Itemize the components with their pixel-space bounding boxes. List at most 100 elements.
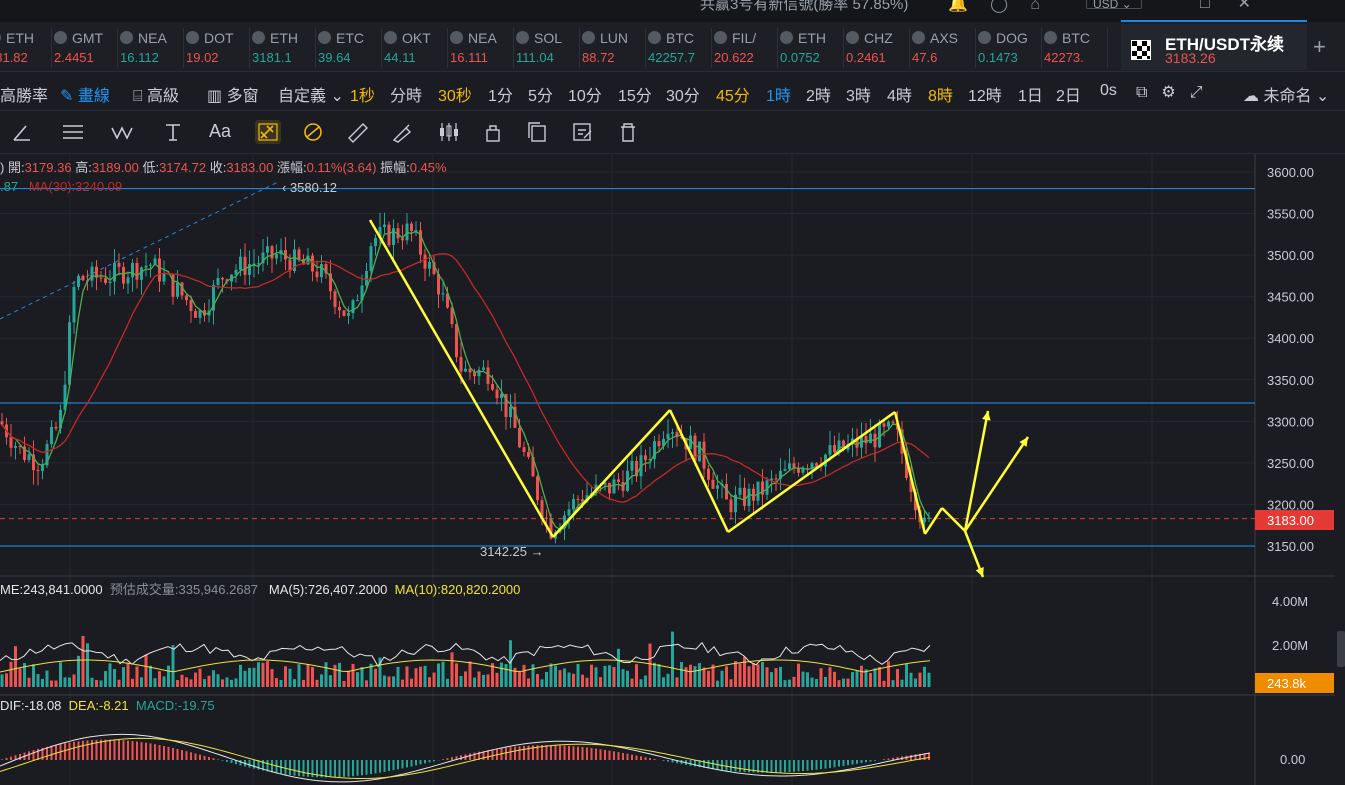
- ticker-item[interactable]: ETH 181.82: [0, 28, 52, 68]
- volume-bar: [14, 646, 17, 687]
- price-chart-svg[interactable]: 3600.00 3550.00 3500.00 3450.00 3400.00 3350.…: [0, 154, 1345, 785]
- hlines-tool-icon[interactable]: [60, 120, 86, 144]
- ticker-item[interactable]: ETH 3181.1: [252, 28, 316, 68]
- macd-histogram-bar: [127, 740, 129, 760]
- ticker-item[interactable]: BTC 42257.7: [648, 28, 712, 68]
- interval-15[interactable]: 2時: [806, 82, 831, 106]
- minimize-icon[interactable]: □: [1200, 0, 1238, 12]
- volume-bar: [774, 668, 778, 687]
- interval-13[interactable]: 45分: [716, 82, 750, 106]
- interval-4[interactable]: 自定義 ⌄: [278, 82, 344, 106]
- text-tool-icon[interactable]: [160, 120, 186, 144]
- interval-2[interactable]: ⌸ 高級: [133, 82, 179, 106]
- candle-body: [347, 313, 350, 316]
- macd-histogram-bar: [163, 745, 165, 760]
- candle-body: [491, 383, 494, 390]
- layout-name-select[interactable]: ☁ 未命名 ⌄: [1243, 82, 1329, 106]
- volume-bar: [149, 665, 152, 687]
- volume-bar: [320, 674, 323, 687]
- interval-3[interactable]: ▥ 多窗: [207, 82, 259, 106]
- ticker-item[interactable]: NEA 16.112: [120, 28, 184, 68]
- volume-bar: [41, 678, 44, 687]
- interval-5[interactable]: 1秒: [350, 82, 375, 106]
- interval-22[interactable]: 0s: [1100, 82, 1117, 100]
- interval-7[interactable]: 30秒: [438, 82, 472, 106]
- volume-bar: [297, 664, 301, 687]
- interval-19[interactable]: 12時: [968, 82, 1002, 106]
- search-icon[interactable]: ◯: [990, 0, 1008, 13]
- interval-16[interactable]: 3時: [846, 82, 871, 106]
- ticker-item[interactable]: ETC 39.64: [318, 28, 382, 68]
- ticker-item[interactable]: SOL 111.04: [516, 28, 580, 68]
- macd-histogram-bar: [271, 760, 273, 773]
- lock-tool-icon[interactable]: [480, 120, 506, 144]
- toolbar-tool-icons[interactable]: ⧉⚙⤢: [1136, 82, 1217, 102]
- right-panel-handle[interactable]: [1337, 631, 1345, 667]
- ruler-tool-icon[interactable]: [345, 120, 371, 144]
- candle-tool-icon[interactable]: [436, 120, 462, 144]
- ticker-item[interactable]: OKT 44.11: [384, 28, 448, 68]
- macd-histogram-bar: [167, 746, 170, 760]
- volume-bar: [639, 679, 643, 687]
- candle-body: [221, 277, 224, 280]
- ticker-item[interactable]: LUN 88.72: [582, 28, 646, 68]
- interval-9[interactable]: 5分: [528, 82, 553, 106]
- macd-histogram-bar: [527, 745, 530, 760]
- brush-tool-icon[interactable]: [390, 120, 416, 144]
- ticker-item[interactable]: NEA 16.111: [450, 28, 514, 68]
- volume-bar: [909, 672, 913, 687]
- ticker-item[interactable]: AXS 47.6: [912, 28, 976, 68]
- interval-14[interactable]: 1時: [766, 82, 791, 106]
- macd-histogram-bar: [784, 760, 786, 773]
- close-icon[interactable]: ✕: [1238, 0, 1279, 12]
- angle-tool-icon[interactable]: [10, 120, 36, 144]
- ticker-item[interactable]: CHZ 0.2461: [846, 28, 910, 68]
- interval-20[interactable]: 1日: [1018, 82, 1043, 106]
- ticker-item[interactable]: BTC 42273.: [1044, 28, 1108, 68]
- ticker-item[interactable]: DOT 19.02: [186, 28, 250, 68]
- ticker-item[interactable]: GMT 2.4451: [54, 28, 118, 68]
- trash-icon[interactable]: [615, 120, 641, 144]
- ticker-symbol: CHZ: [846, 30, 893, 46]
- interval-21[interactable]: 2日: [1056, 82, 1081, 106]
- macd-histogram-bar: [374, 760, 377, 774]
- snap-tool-icon[interactable]: [300, 120, 326, 144]
- volume-bar: [374, 668, 377, 687]
- font-tool-icon[interactable]: Aa: [209, 120, 235, 144]
- candle-body: [99, 277, 103, 279]
- signal-notice[interactable]: 共赢3号有新信號(勝率 57.85%): [700, 0, 908, 14]
- ticker-item[interactable]: ETH 0.0752: [780, 28, 844, 68]
- interval-12[interactable]: 30分: [666, 82, 700, 106]
- macd-histogram-bar: [226, 760, 228, 762]
- copy-tool-icon[interactable]: [524, 120, 550, 144]
- volume-bar: [284, 666, 287, 687]
- ticker-item[interactable]: DOG 0.1473: [978, 28, 1042, 68]
- home-icon[interactable]: ⌂: [1030, 0, 1040, 13]
- macd-histogram-bar: [743, 760, 746, 773]
- interval-0[interactable]: 高勝率: [0, 82, 48, 106]
- macd-histogram-bar: [806, 760, 809, 771]
- interval-1[interactable]: ✎ 畫線: [60, 82, 110, 106]
- ticker-item[interactable]: FIL/20.622: [714, 28, 778, 68]
- yellow-drawing-line: [727, 410, 896, 534]
- wave-tool-icon[interactable]: [110, 120, 136, 144]
- interval-17[interactable]: 4時: [887, 82, 912, 106]
- currency-select[interactable]: USD ⌄: [1086, 0, 1142, 11]
- candle-body: [441, 293, 445, 295]
- bell-icon[interactable]: 🔔: [948, 0, 968, 13]
- volume-bar: [252, 667, 256, 687]
- add-tab-icon[interactable]: +: [1313, 34, 1326, 60]
- volume-bar: [869, 672, 872, 687]
- interval-6[interactable]: 分時: [390, 82, 422, 106]
- edit-tool-icon[interactable]: [570, 120, 596, 144]
- main-symbol-tab[interactable]: ETH/USDT永续 3183.26: [1121, 24, 1307, 70]
- interval-8[interactable]: 1分: [488, 82, 513, 106]
- interval-11[interactable]: 15分: [618, 82, 652, 106]
- chart-area[interactable]: 3600.00 3550.00 3500.00 3450.00 3400.00 3350.…: [0, 154, 1345, 785]
- ticker-price: 20.622: [714, 50, 754, 65]
- macd-histogram-bar: [541, 745, 543, 760]
- magnet-tool-icon[interactable]: [255, 120, 281, 144]
- interval-18[interactable]: 8時: [928, 82, 953, 106]
- volume-bar: [410, 678, 413, 687]
- interval-10[interactable]: 10分: [568, 82, 602, 106]
